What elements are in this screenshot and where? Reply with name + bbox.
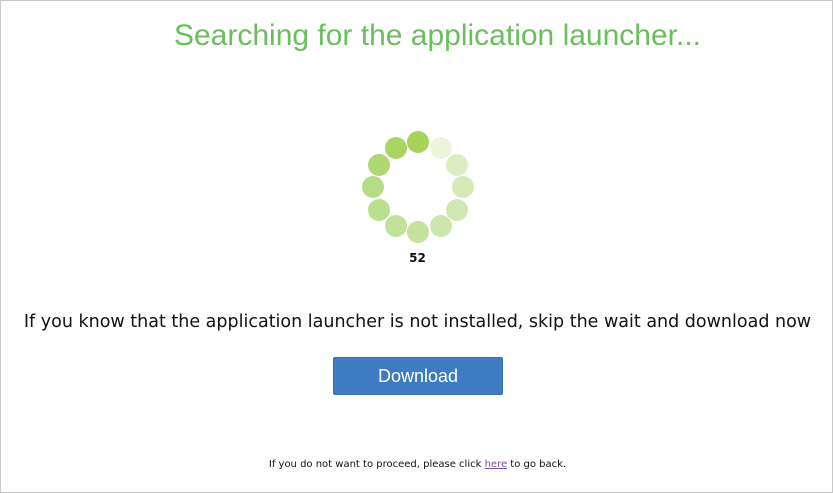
info-message: If you know that the application launche… [23,312,812,332]
spinner-dot [407,131,429,153]
spinner-dot [407,221,429,243]
footer-text: If you do not want to proceed, please cl… [1,459,833,470]
countdown-counter: 52 [409,251,426,265]
download-button[interactable]: Download [333,357,503,395]
spinner-dot [445,153,468,176]
spinner-dot [429,214,452,237]
go-back-link[interactable]: here [485,459,508,470]
spinner-dot [368,198,391,221]
page-title: Searching for the application launcher..… [173,19,701,52]
spinner-dot [445,198,468,221]
spinner-dot [429,137,452,160]
spinner-dot [368,153,391,176]
footer-text-after: to go back. [507,459,567,470]
spinner-dot [362,176,384,198]
page-frame: Searching for the application launcher..… [0,0,833,493]
spinner-dot [384,214,407,237]
spinner-dot [384,137,407,160]
spinner-dot [452,176,474,198]
footer-text-before: If you do not want to proceed, please cl… [268,459,485,470]
loading-spinner-icon [362,131,474,243]
